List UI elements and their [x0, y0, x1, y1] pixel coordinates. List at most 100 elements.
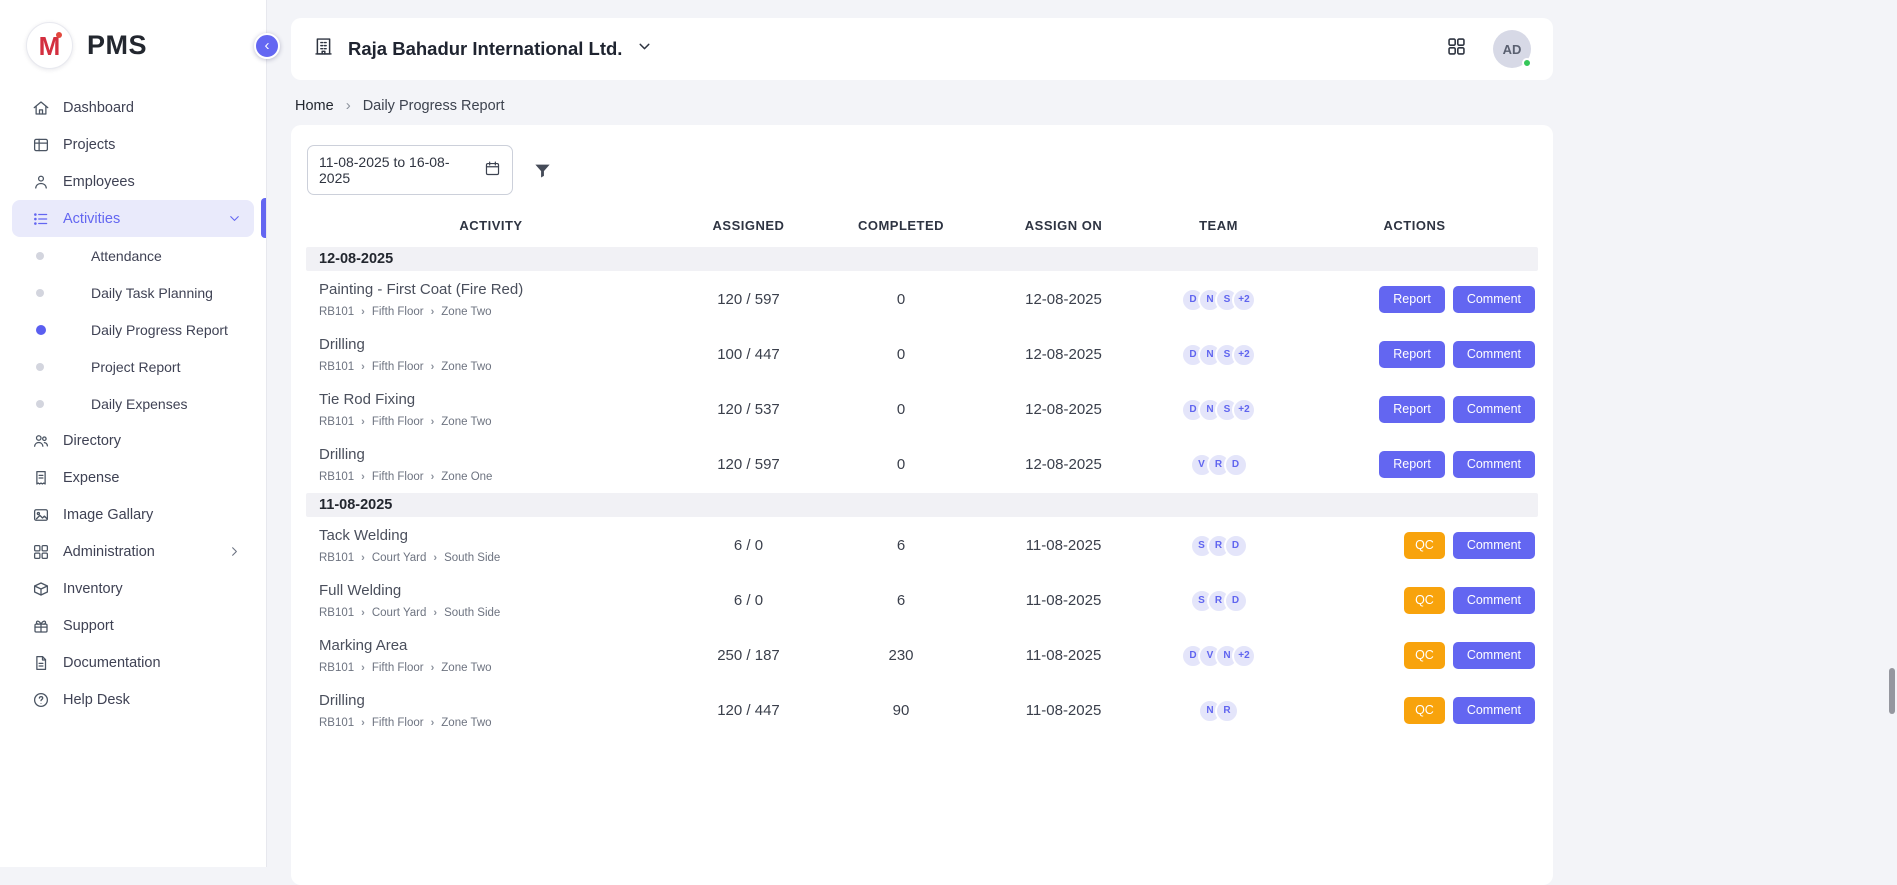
team-avatar: +2	[1232, 288, 1256, 312]
qc-button[interactable]: QC	[1404, 587, 1445, 615]
sidebar-item-support[interactable]: Support	[12, 607, 254, 644]
report-button[interactable]: Report	[1379, 396, 1445, 424]
report-button[interactable]: Report	[1379, 286, 1445, 314]
qc-button[interactable]: QC	[1404, 532, 1445, 560]
team-avatar-group[interactable]: DNS+2	[1146, 343, 1291, 367]
sidebar-subitem-daily-task-planning[interactable]: Daily Task Planning	[0, 274, 266, 311]
team-avatar-group[interactable]: DNS+2	[1146, 398, 1291, 422]
activity-location-path: RB101›Fifth Floor›Zone Two	[319, 416, 676, 428]
sidebar-item-label: Activities	[63, 211, 120, 227]
row-actions: Report Comment	[1291, 341, 1538, 369]
sidebar-item-employees[interactable]: Employees	[12, 163, 254, 200]
team-avatar: +2	[1232, 398, 1256, 422]
path-segment: Fifth Floor	[372, 361, 424, 373]
activity-cell: Marking Area RB101›Fifth Floor›Zone Two	[306, 637, 676, 674]
date-group-header: 11-08-2025	[306, 493, 1538, 517]
comment-button[interactable]: Comment	[1453, 587, 1535, 615]
column-header-completed: COMPLETED	[821, 218, 981, 233]
sidebar-item-directory[interactable]: Directory	[12, 422, 254, 459]
sidebar-subitem-label: Daily Progress Report	[91, 322, 228, 338]
chevron-right-icon: ›	[431, 306, 435, 318]
activity-location-path: RB101›Fifth Floor›Zone One	[319, 471, 676, 483]
comment-button[interactable]: Comment	[1453, 451, 1535, 479]
chevron-right-icon: ›	[361, 471, 365, 483]
completed-value: 6	[821, 537, 981, 554]
sidebar-item-label: Inventory	[63, 581, 123, 597]
sidebar-subitem-label: Daily Task Planning	[91, 285, 213, 301]
sidebar-item-administration[interactable]: Administration	[12, 533, 254, 570]
sidebar-item-dashboard[interactable]: Dashboard	[12, 89, 254, 126]
chevron-right-icon: ›	[433, 552, 437, 564]
qc-button[interactable]: QC	[1404, 697, 1445, 725]
path-segment: Court Yard	[372, 552, 427, 564]
comment-button[interactable]: Comment	[1453, 697, 1535, 725]
chevron-right-icon: ›	[431, 717, 435, 729]
bullet-dot-icon	[36, 289, 44, 297]
breadcrumb-home-link[interactable]: Home	[295, 98, 334, 114]
sidebar-item-label: Expense	[63, 470, 119, 486]
team-avatar-group[interactable]: NR	[1146, 699, 1291, 723]
chevron-right-icon	[227, 544, 242, 559]
user-avatar[interactable]: AD	[1493, 30, 1531, 68]
report-button[interactable]: Report	[1379, 341, 1445, 369]
sidebar-item-image-gallary[interactable]: Image Gallary	[12, 496, 254, 533]
sidebar-item-label: Dashboard	[63, 100, 134, 116]
comment-button[interactable]: Comment	[1453, 396, 1535, 424]
sidebar-item-documentation[interactable]: Documentation	[12, 644, 254, 681]
path-segment: Fifth Floor	[372, 416, 424, 428]
sidebar-item-inventory[interactable]: Inventory	[12, 570, 254, 607]
logo-mark-icon: M	[26, 22, 73, 69]
activity-name: Marking Area	[319, 637, 676, 654]
comment-button[interactable]: Comment	[1453, 286, 1535, 314]
sidebar-subitem-attendance[interactable]: Attendance	[0, 237, 266, 274]
comment-button[interactable]: Comment	[1453, 642, 1535, 670]
assign-on-date: 12-08-2025	[981, 291, 1146, 308]
date-group-header: 12-08-2025	[306, 247, 1538, 271]
activity-location-path: RB101›Fifth Floor›Zone Two	[319, 306, 676, 318]
sidebar-subitem-daily-expenses[interactable]: Daily Expenses	[0, 385, 266, 422]
projects-icon	[32, 136, 50, 154]
team-avatar-group[interactable]: SRD	[1146, 589, 1291, 613]
filter-row: 11-08-2025 to 16-08-2025	[307, 145, 1538, 195]
assigned-value: 120 / 447	[676, 702, 821, 719]
qc-button[interactable]: QC	[1404, 642, 1445, 670]
path-segment: Fifth Floor	[372, 471, 424, 483]
support-icon	[32, 617, 50, 635]
page-scrollbar[interactable]	[1887, 0, 1897, 867]
apps-grid-icon[interactable]	[1446, 36, 1467, 62]
team-avatar-group[interactable]: SRD	[1146, 534, 1291, 558]
topbar-right: AD	[1446, 30, 1531, 68]
row-actions: QC Comment	[1291, 697, 1538, 725]
activity-location-path: RB101›Fifth Floor›Zone Two	[319, 717, 676, 729]
sidebar-item-activities[interactable]: Activities	[12, 200, 254, 237]
team-avatar-group[interactable]: DVN+2	[1146, 644, 1291, 668]
sidebar-collapse-button[interactable]: ‹	[254, 33, 280, 59]
comment-button[interactable]: Comment	[1453, 341, 1535, 369]
sidebar-subitem-project-report[interactable]: Project Report	[0, 348, 266, 385]
column-header-assigned: ASSIGNED	[676, 218, 821, 233]
directory-icon	[32, 432, 50, 450]
breadcrumb-current: Daily Progress Report	[363, 98, 505, 114]
home-icon	[32, 99, 50, 117]
scrollbar-thumb[interactable]	[1889, 668, 1895, 714]
bullet-dot-icon	[36, 400, 44, 408]
date-range-input[interactable]: 11-08-2025 to 16-08-2025	[307, 145, 513, 195]
completed-value: 230	[821, 647, 981, 664]
sidebar-item-help-desk[interactable]: Help Desk	[12, 681, 254, 718]
team-avatar: D	[1224, 534, 1248, 558]
filter-funnel-icon[interactable]	[533, 161, 552, 180]
sidebar-item-label: Administration	[63, 544, 155, 560]
company-selector[interactable]: Raja Bahadur International Ltd.	[313, 36, 653, 62]
sidebar-item-projects[interactable]: Projects	[12, 126, 254, 163]
sidebar-subitem-daily-progress-report[interactable]: Daily Progress Report	[0, 311, 266, 348]
team-avatar-group[interactable]: DNS+2	[1146, 288, 1291, 312]
activity-cell: Tack Welding RB101›Court Yard›South Side	[306, 527, 676, 564]
report-button[interactable]: Report	[1379, 451, 1445, 479]
activity-row: Drilling RB101›Fifth Floor›Zone One 120 …	[306, 437, 1538, 492]
assign-on-date: 11-08-2025	[981, 647, 1146, 664]
team-avatar: R	[1215, 699, 1239, 723]
topbar: Raja Bahadur International Ltd. AD	[291, 18, 1553, 80]
sidebar-item-expense[interactable]: Expense	[12, 459, 254, 496]
comment-button[interactable]: Comment	[1453, 532, 1535, 560]
team-avatar-group[interactable]: VRD	[1146, 453, 1291, 477]
